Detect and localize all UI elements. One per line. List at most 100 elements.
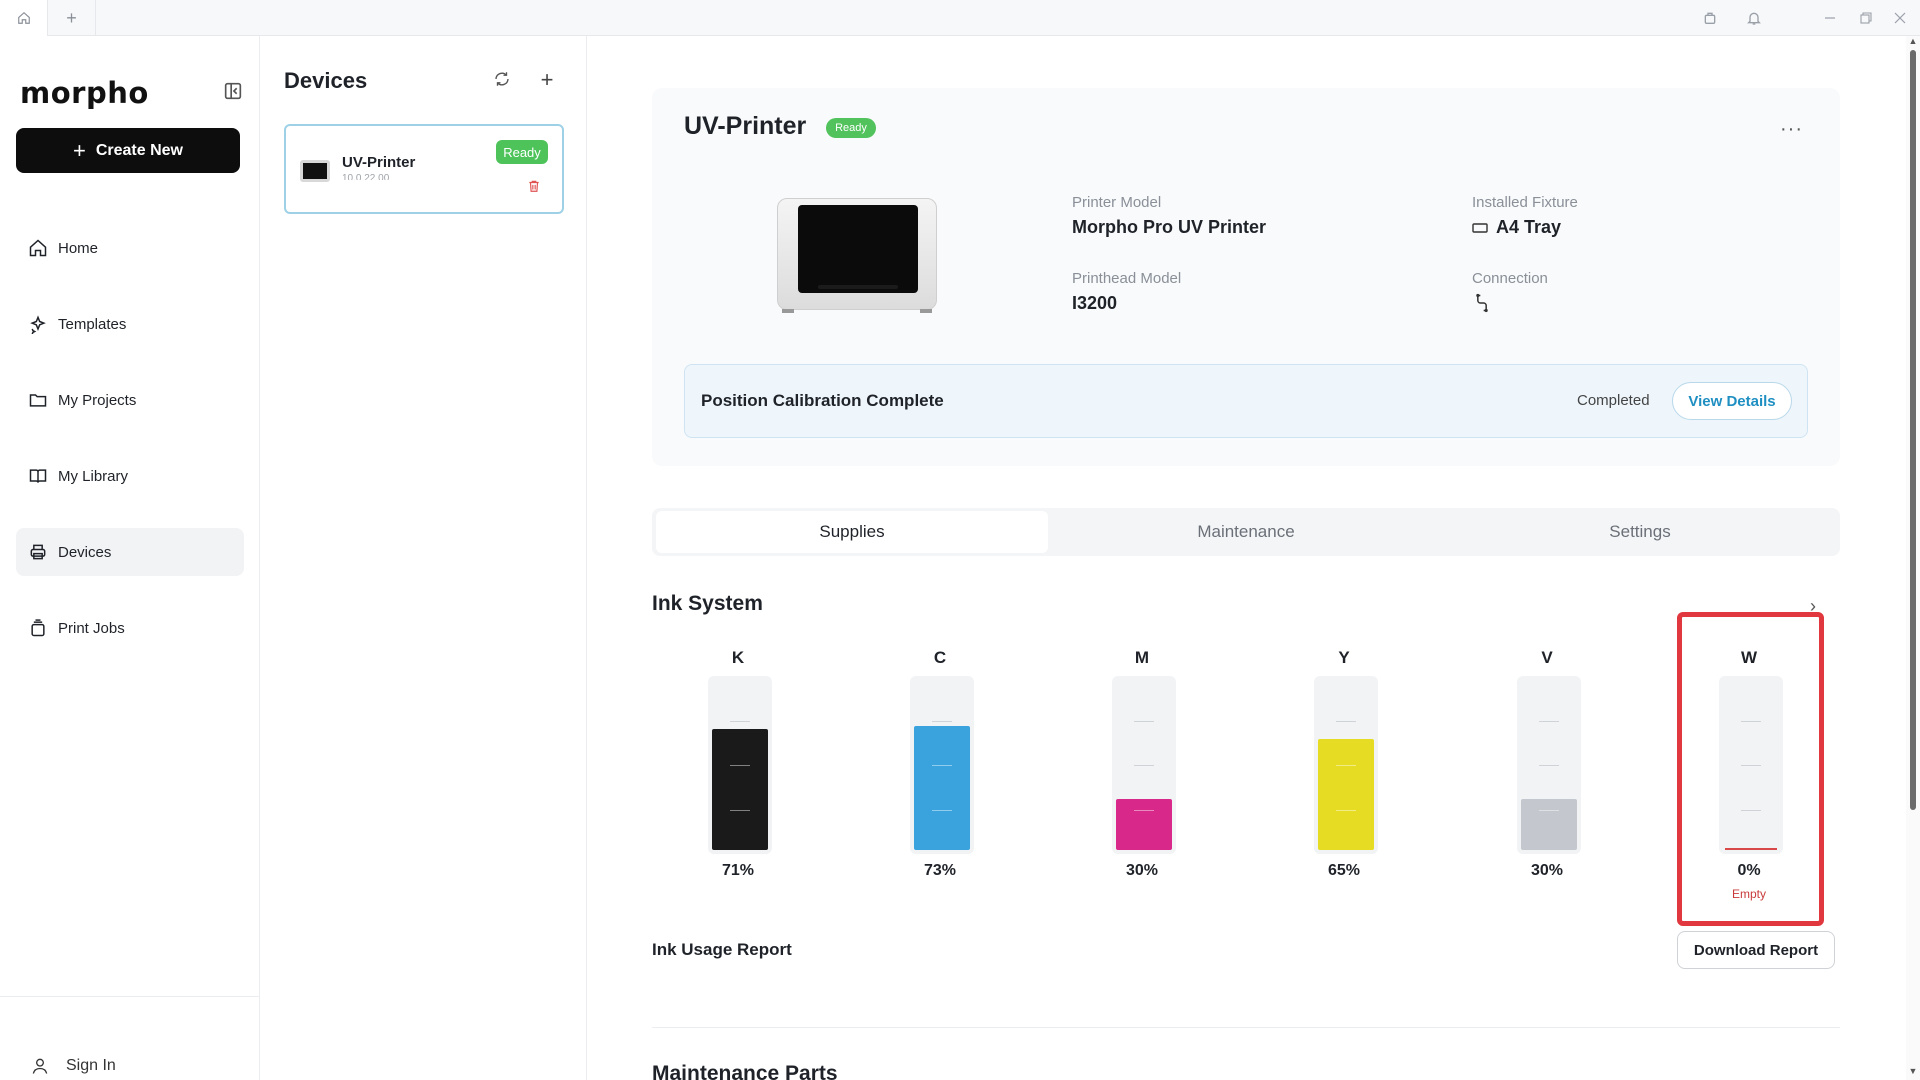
sidebar-item-my-projects[interactable]: My Projects [16,376,244,424]
highlight-annotation [1677,612,1824,926]
ink-gauge-c: C 73% [890,644,990,904]
home-icon [29,239,47,257]
printhead-model-value: I3200 [1072,293,1118,313]
scroll-up-icon[interactable]: ▲ [1906,36,1920,50]
devices-panel: Devices + UV-Printer 10.0.22.00 Ready [261,36,587,1080]
device-thumbnail [300,160,330,182]
sidebar-item-home[interactable]: Home [16,224,244,272]
device-ip: 10.0.22.00 [342,174,390,180]
maintenance-parts-title: Maintenance Parts [652,1062,838,1080]
ink-percentage: 30% [1530,862,1564,879]
ink-channel-label: K [731,648,745,667]
section-divider [652,1027,1840,1028]
scroll-down-icon[interactable]: ▼ [1906,1066,1920,1080]
sidebar-item-templates[interactable]: Templates [16,300,244,348]
tray-icon [1472,222,1488,233]
printer-name: UV-Printer [684,112,807,140]
device-name: UV-Printer [342,154,416,171]
ink-level-fill [914,726,970,850]
view-details-button[interactable]: View Details [1672,382,1792,420]
more-options-button[interactable]: ··· [1780,118,1803,141]
printer-icon [30,544,46,560]
user-icon [32,1058,48,1074]
printer-model-label: Printer Model [1072,194,1162,211]
ink-tank [910,676,974,854]
logo: morpho [20,76,149,110]
trash-icon[interactable] [527,178,543,196]
sidebar-item-label: Devices [58,543,112,561]
store-icon[interactable] [1690,0,1730,36]
status-badge: Ready [496,140,548,164]
usb-connection-icon [1472,293,1492,313]
ink-gauge-v: V 30% [1497,644,1597,904]
sidebar-item-label: My Library [58,467,129,485]
status-badge: Ready [826,118,876,138]
ink-tank [1314,676,1378,854]
create-new-button[interactable]: + Create New [16,128,240,173]
ink-usage-report-title: Ink Usage Report [652,940,792,959]
ink-tank [1112,676,1176,854]
installed-fixture-label: Installed Fixture [1472,194,1578,211]
tab-supplies[interactable]: Supplies [656,511,1048,553]
plus-icon: + [66,7,77,28]
home-tab[interactable] [0,0,48,36]
add-device-button[interactable]: + [537,67,557,93]
ink-level-fill [1116,799,1172,850]
printer-model-value: Morpho Pro UV Printer [1072,217,1267,237]
refresh-icon[interactable] [493,70,513,90]
sidebar-item-print-jobs[interactable]: Print Jobs [16,604,244,652]
sign-in-label: Sign In [66,1057,116,1074]
minimize-icon[interactable] [1810,0,1850,36]
calibration-banner: Position Calibration Complete Completed … [684,364,1808,438]
close-icon[interactable] [1880,0,1920,36]
printhead-model-label: Printhead Model [1072,270,1182,287]
print-jobs-icon [31,619,45,637]
tab-maintenance[interactable]: Maintenance [1050,511,1442,553]
ink-system-title: Ink System [652,592,763,615]
sparkle-icon [30,315,46,334]
download-report-button[interactable]: Download Report [1677,931,1835,969]
ink-percentage: 30% [1125,862,1159,879]
plus-icon: + [72,137,86,163]
printer-image [777,198,937,313]
ink-tank [1517,676,1581,854]
home-icon [17,11,30,24]
sidebar-collapse-icon[interactable] [222,80,244,102]
new-tab-button[interactable]: + [48,0,96,36]
sidebar-item-label: Templates [58,315,127,333]
devices-title: Devices [284,68,368,93]
ink-gauge-y: Y 65% [1294,644,1394,904]
scrollbar-thumb[interactable] [1910,50,1916,810]
ink-level-fill [1318,739,1374,850]
sidebar-item-devices[interactable]: Devices [16,528,244,576]
ink-channel-label: C [933,648,947,667]
folder-icon [29,394,47,407]
sidebar-divider [0,996,260,997]
sidebar-item-my-library[interactable]: My Library [16,452,244,500]
ink-percentage: 65% [1327,862,1361,879]
ink-level-fill [712,729,768,850]
sidebar-item-label: My Projects [58,391,137,409]
installed-fixture-value: A4 Tray [1472,217,1561,238]
ink-percentage: 71% [721,862,755,879]
title-bar: + [0,0,1920,36]
sidebar: morpho + Create New Home Templates My Pr… [0,36,260,1080]
ink-percentage: 73% [923,862,957,879]
ink-gauge-k: K 71% [688,644,788,904]
device-card[interactable]: UV-Printer 10.0.22.00 Ready [284,124,564,214]
sign-in-button[interactable]: Sign In [30,1056,116,1076]
ink-channel-label: M [1134,648,1150,667]
ink-tank [708,676,772,854]
ink-channel-label: Y [1338,648,1350,667]
create-new-label: Create New [95,141,183,159]
printer-overview-card: UV-Printer Ready ··· Printer Model Morph… [652,88,1840,466]
book-icon [29,469,47,483]
tab-settings[interactable]: Settings [1444,511,1836,553]
sidebar-item-label: Home [58,239,99,257]
sidebar-item-label: Print Jobs [58,619,125,637]
device-tabs: Supplies Maintenance Settings [652,508,1840,556]
connection-label: Connection [1472,270,1548,287]
calibration-status: Completed [1577,392,1650,409]
bell-icon[interactable] [1734,0,1774,36]
ink-level-fill [1521,799,1577,850]
